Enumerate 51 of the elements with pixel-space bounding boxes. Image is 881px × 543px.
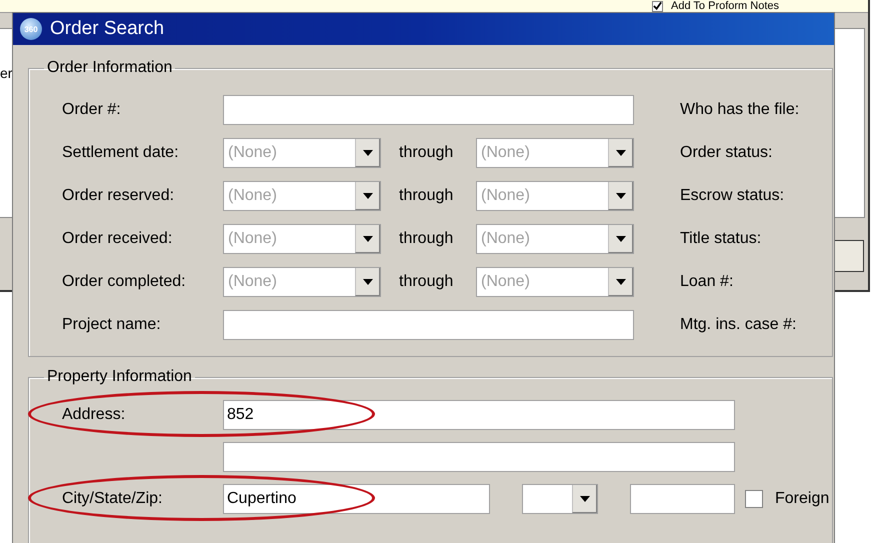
dropdown-arrow-icon	[362, 236, 372, 242]
input-field[interactable]	[223, 442, 735, 472]
checkbox[interactable]	[652, 0, 663, 12]
field-label: Mtg. ins. case #:	[680, 316, 796, 334]
dropdown-arrow-icon	[362, 150, 372, 156]
input-field[interactable]	[223, 95, 634, 125]
field-label: City/State/Zip:	[62, 490, 164, 508]
field-label: Order #:	[62, 101, 122, 119]
date-dropdown[interactable]: (None)	[476, 138, 634, 168]
date-dropdown[interactable]: (None)	[476, 224, 634, 254]
dropdown-arrow-icon	[616, 192, 626, 198]
date-dropdown[interactable]: (None)	[223, 138, 381, 168]
dropdown-arrow-icon	[580, 496, 590, 502]
field-label: Settlement date:	[62, 144, 180, 162]
range-label: through	[398, 144, 454, 162]
field-label: Title status:	[680, 230, 762, 248]
input-field[interactable]	[630, 484, 735, 514]
app-logo: 360	[20, 18, 42, 40]
checkbox-label: Add To Proform Notes	[671, 0, 780, 12]
input-field[interactable]: 852	[223, 400, 735, 430]
input-field[interactable]	[223, 310, 634, 340]
dropdown-arrow-icon	[616, 236, 626, 242]
date-dropdown[interactable]: (None)	[223, 224, 381, 254]
field-label: Escrow status:	[680, 187, 784, 205]
field-label: Order completed:	[62, 273, 187, 291]
field-label: Order reserved:	[62, 187, 176, 205]
dropdown-arrow-icon	[616, 150, 626, 156]
column-header: er	[0, 65, 12, 81]
checkbox-label: Foreign	[775, 490, 830, 508]
date-dropdown[interactable]: (None)	[476, 267, 634, 297]
date-dropdown[interactable]: (None)	[476, 181, 634, 211]
range-label: through	[398, 187, 454, 205]
range-label: through	[398, 273, 454, 291]
field-label: Order status:	[680, 144, 772, 162]
group-title: Order Information	[46, 59, 174, 77]
date-dropdown[interactable]: (None)	[223, 181, 381, 211]
window-title: Order Search	[50, 18, 164, 40]
dropdown-arrow-icon	[616, 278, 626, 284]
field-label: Order received:	[62, 230, 174, 248]
state-dropdown[interactable]	[522, 484, 598, 514]
input-field[interactable]: Cupertino	[223, 484, 490, 514]
field-label: Who has the file:	[680, 101, 800, 119]
dropdown-arrow-icon	[362, 278, 372, 284]
checkbox[interactable]	[745, 490, 763, 508]
date-dropdown[interactable]: (None)	[223, 267, 381, 297]
field-label: Address:	[62, 406, 126, 424]
group-title: Property Information	[46, 368, 193, 386]
field-label: Project name:	[62, 316, 162, 334]
dropdown-arrow-icon	[362, 192, 372, 198]
field-label: Loan #:	[680, 273, 734, 291]
range-label: through	[398, 230, 454, 248]
